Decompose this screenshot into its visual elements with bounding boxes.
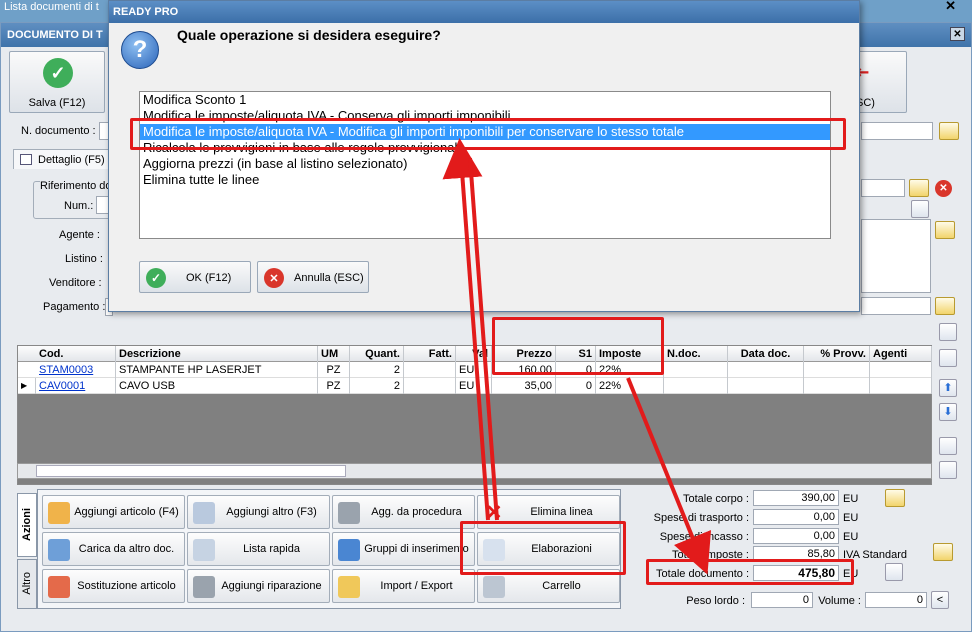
arrow-to-total [626, 377, 712, 575]
annotation-arrows [442, 138, 712, 575]
